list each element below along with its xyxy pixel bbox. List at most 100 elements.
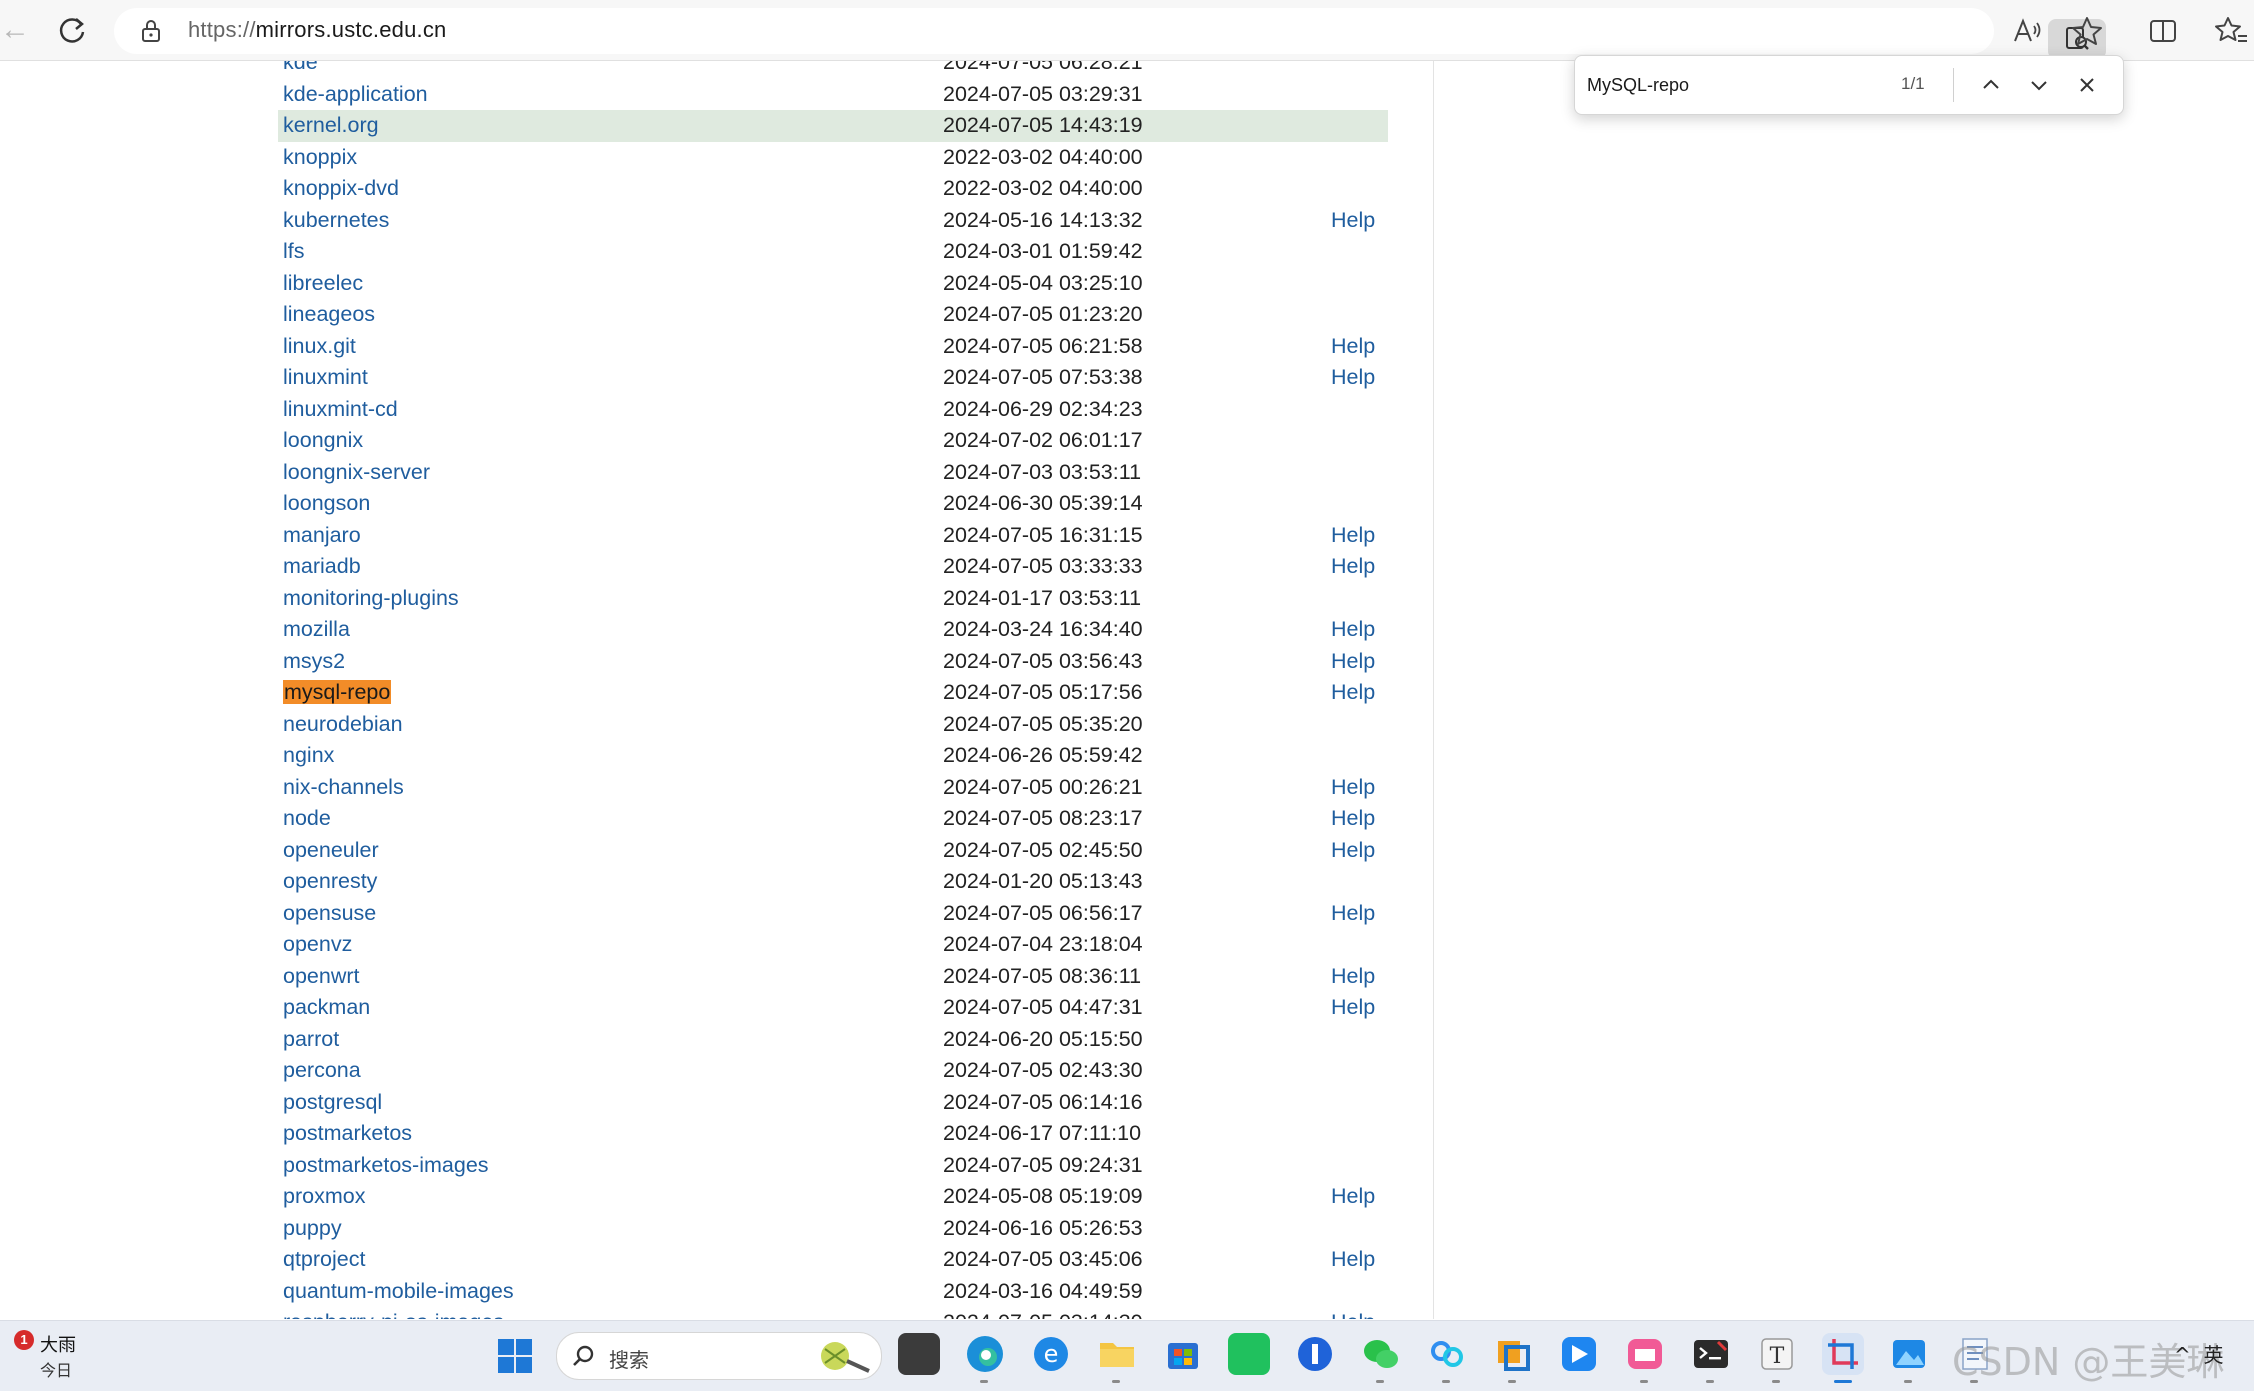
virtualbox-icon[interactable] — [1492, 1333, 1534, 1383]
mirror-link[interactable]: neurodebian — [283, 709, 403, 741]
chevron-down-icon[interactable] — [2023, 69, 2055, 101]
snipping-tool-icon[interactable] — [1822, 1333, 1864, 1383]
mirror-link[interactable]: parrot — [283, 1024, 339, 1056]
mirror-link[interactable]: postgresql — [283, 1087, 382, 1119]
mirror-link[interactable]: nginx — [283, 740, 334, 772]
read-aloud-icon[interactable] — [2010, 14, 2044, 48]
typora-app-icon[interactable]: T — [1756, 1333, 1798, 1383]
weather-widget[interactable]: 1 大雨 今日 — [6, 1327, 126, 1387]
mirror-link[interactable]: mozilla — [283, 614, 350, 646]
help-link[interactable]: Help — [1331, 614, 1375, 646]
blue-shield-app-icon[interactable] — [1294, 1333, 1336, 1375]
start-windows-icon[interactable] — [496, 1337, 534, 1375]
help-link[interactable]: Help — [1331, 331, 1375, 363]
task-view-icon[interactable] — [898, 1333, 940, 1375]
feishu-app-icon[interactable] — [1558, 1333, 1600, 1375]
mirror-last-update: 2024-06-17 07:11:10 — [943, 1121, 1142, 1145]
mirror-link[interactable]: linux.git — [283, 331, 356, 363]
mirror-link[interactable]: linuxmint-cd — [283, 394, 398, 426]
mirror-link[interactable]: postmarketos-images — [283, 1150, 489, 1182]
mirror-link[interactable]: libreelec — [283, 268, 363, 300]
green-app-icon[interactable] — [1228, 1333, 1270, 1375]
help-link[interactable]: Help — [1331, 803, 1375, 835]
mirror-link[interactable]: packman — [283, 992, 370, 1024]
mirror-row: openeuler 2024-07-05 02:45:50 Help — [278, 835, 1388, 867]
help-link[interactable]: Help — [1331, 551, 1375, 583]
mirror-link[interactable]: msys2 — [283, 646, 345, 678]
file-explorer-icon[interactable] — [1096, 1333, 1138, 1383]
close-icon[interactable] — [2071, 69, 2103, 101]
edge-app-icon[interactable] — [964, 1333, 1006, 1383]
ie-app-icon[interactable]: e — [1030, 1333, 1072, 1375]
mirror-link[interactable]: monitoring-plugins — [283, 583, 459, 615]
bilibili-app-icon[interactable] — [1624, 1333, 1666, 1383]
help-link[interactable]: Help — [1331, 1307, 1375, 1319]
chevron-up-icon[interactable] — [1975, 69, 2007, 101]
wechat-app-icon[interactable] — [1360, 1333, 1402, 1383]
help-link[interactable]: Help — [1331, 898, 1375, 930]
mirror-link[interactable]: loongson — [283, 488, 370, 520]
mirror-link[interactable]: opensuse — [283, 898, 376, 930]
help-link[interactable]: Help — [1331, 961, 1375, 993]
language-indicator[interactable]: 英 — [2203, 1343, 2223, 1367]
find-input[interactable] — [1585, 67, 1919, 103]
mirror-link[interactable]: openeuler — [283, 835, 379, 867]
help-link[interactable]: Help — [1331, 1181, 1375, 1213]
help-link[interactable]: Help — [1331, 205, 1375, 237]
help-link[interactable]: Help — [1331, 1244, 1375, 1276]
mirror-link[interactable]: mariadb — [283, 551, 361, 583]
mirror-link[interactable]: openresty — [283, 866, 377, 898]
mirror-link[interactable]: percona — [283, 1055, 361, 1087]
address-bar[interactable]: https://mirrors.ustc.edu.cn — [114, 8, 2106, 59]
favorites-list-icon[interactable] — [2214, 14, 2248, 48]
mirror-link[interactable]: openwrt — [283, 961, 360, 993]
favorite-star-icon[interactable] — [2070, 14, 2104, 48]
baidu-netdisk-icon[interactable] — [1426, 1333, 1468, 1383]
mirror-link[interactable]: kubernetes — [283, 205, 389, 237]
terminal-app-icon[interactable] — [1690, 1333, 1732, 1383]
mirror-link[interactable]: lfs — [283, 236, 305, 268]
mirror-link[interactable]: kde-application — [283, 79, 428, 111]
mirror-link[interactable]: loongnix-server — [283, 457, 430, 489]
help-link[interactable]: Help — [1331, 992, 1375, 1024]
mirror-row: proxmox 2024-05-08 05:19:09 Help — [278, 1181, 1388, 1213]
split-screen-icon[interactable] — [2146, 14, 2180, 48]
mirror-link[interactable]: proxmox — [283, 1181, 365, 1213]
mirror-link[interactable]: quantum-mobile-images — [283, 1276, 514, 1308]
chevron-up-tray-icon[interactable]: ^ — [2174, 1343, 2191, 1367]
mirror-link[interactable]: node — [283, 803, 331, 835]
photos-app-icon[interactable] — [1888, 1333, 1930, 1383]
mirror-link[interactable]: kde — [283, 61, 318, 79]
mirror-link[interactable]: openvz — [283, 929, 352, 961]
help-link[interactable]: Help — [1331, 677, 1375, 709]
mirror-link[interactable]: manjaro — [283, 520, 361, 552]
help-link[interactable]: Help — [1331, 646, 1375, 678]
mirror-link[interactable]: kernel.org — [283, 110, 379, 142]
mirror-link[interactable]: loongnix — [283, 425, 363, 457]
mirror-link[interactable]: puppy — [283, 1213, 342, 1245]
lock-icon[interactable] — [140, 19, 162, 43]
store-app-icon[interactable] — [1162, 1333, 1204, 1375]
mirror-link[interactable]: linuxmint — [283, 362, 368, 394]
mirror-link[interactable]: raspberry-pi-os-images — [283, 1307, 504, 1319]
help-link[interactable]: Help — [1331, 520, 1375, 552]
mirror-last-update: 2024-07-05 01:23:20 — [943, 302, 1143, 326]
back-arrow-icon[interactable]: ← — [0, 14, 30, 46]
system-tray[interactable]: ^ 英 — [2174, 1339, 2223, 1368]
mirror-link[interactable]: nix-channels — [283, 772, 404, 804]
mirror-row: kernel.org 2024-07-05 14:43:19 — [278, 110, 1388, 142]
url-text[interactable]: https://mirrors.ustc.edu.cn — [188, 17, 447, 43]
help-link[interactable]: Help — [1331, 835, 1375, 867]
mirror-link[interactable]: qtproject — [283, 1244, 365, 1276]
mirror-last-update: 2024-07-05 16:31:15 — [943, 522, 1143, 547]
mirror-link[interactable]: knoppix — [283, 142, 357, 174]
mirror-link[interactable]: mysql-repo — [283, 677, 392, 709]
mirror-link[interactable]: knoppix-dvd — [283, 173, 399, 205]
refresh-icon[interactable] — [52, 12, 92, 50]
help-link[interactable]: Help — [1331, 362, 1375, 394]
mirror-link[interactable]: postmarketos — [283, 1118, 412, 1150]
mirror-link[interactable]: lineageos — [283, 299, 375, 331]
taskbar-search[interactable]: 搜索 — [556, 1332, 882, 1380]
mirror-row: kde 2024-07-05 06:28:21 — [278, 61, 1388, 79]
help-link[interactable]: Help — [1331, 772, 1375, 804]
